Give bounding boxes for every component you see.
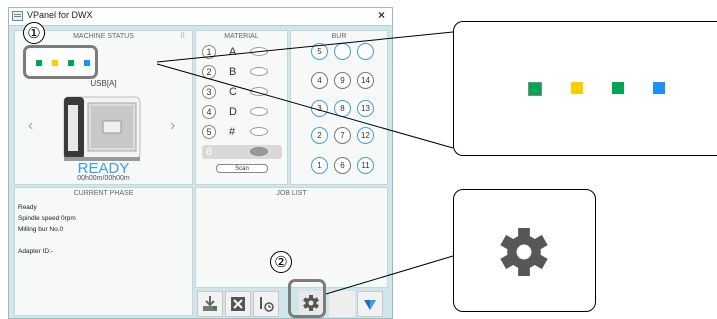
zoom-gear-callout [453,189,596,312]
gear-icon [500,228,548,276]
status-light-zoom [653,82,665,94]
status-light-zoom [612,82,624,94]
zoom-status-callout [453,21,717,156]
status-light-zoom [571,82,583,94]
status-light-zoom [528,82,542,96]
